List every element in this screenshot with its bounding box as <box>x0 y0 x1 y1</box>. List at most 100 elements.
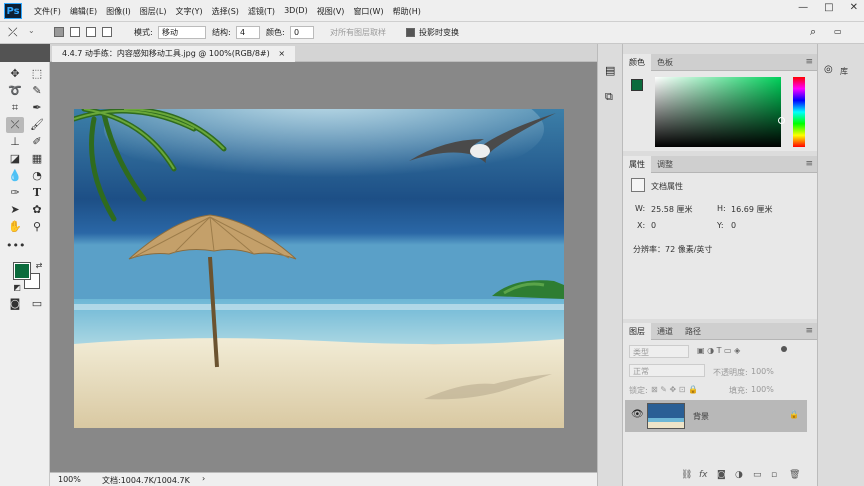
close-tab-icon[interactable]: × <box>278 49 285 58</box>
screen-mode-icon[interactable]: ▭ <box>28 296 46 312</box>
content-aware-move-tool-icon[interactable]: ⤫ <box>8 25 18 40</box>
lock-icons[interactable]: ⊠ ✎ ✥ ⊡ 🔒 <box>651 385 698 394</box>
panel-menu-icon[interactable]: ≡ <box>805 159 813 169</box>
menu-type[interactable]: 文字(Y) <box>175 6 202 17</box>
path-select-icon[interactable]: ➤ <box>6 202 24 218</box>
tab-layers[interactable]: 图层 <box>623 323 651 340</box>
more-tools-icon[interactable]: ••• <box>6 238 25 254</box>
height-value[interactable]: 16.69 厘米 <box>731 204 772 215</box>
close-button[interactable]: ✕ <box>850 2 858 13</box>
history-brush-icon[interactable]: ✐ <box>28 134 46 150</box>
dodge-tool-icon[interactable]: ◔ <box>28 168 46 184</box>
layer-row[interactable]: 👁 背景 🔒 <box>625 400 807 432</box>
minimize-button[interactable]: — <box>798 2 808 13</box>
fx-icon[interactable]: fx <box>699 470 708 480</box>
menu-file[interactable]: 文件(F) <box>34 6 61 17</box>
blur-tool-icon[interactable]: 💧 <box>6 168 24 184</box>
y-value[interactable]: 0 <box>731 221 736 230</box>
menu-image[interactable]: 图像(I) <box>106 6 131 17</box>
fill-value[interactable]: 100% <box>751 385 774 394</box>
search-icon[interactable]: ⌕ <box>810 25 816 39</box>
pen-tool-icon[interactable]: ✑ <box>6 185 24 201</box>
eraser-tool-icon[interactable]: ◪ <box>6 151 24 167</box>
add-selection-icon[interactable] <box>70 27 80 37</box>
canvas-area[interactable] <box>50 62 597 472</box>
zoom-tool-icon[interactable]: ⚲ <box>28 219 46 235</box>
x-value[interactable]: 0 <box>651 221 656 230</box>
beach-photo[interactable] <box>74 109 564 428</box>
quick-mask-icon[interactable]: ◙ <box>6 296 24 312</box>
libraries-strip: ◎ 库 <box>817 44 864 486</box>
menu-layer[interactable]: 图层(L) <box>140 6 167 17</box>
color-fg-chip[interactable] <box>631 79 643 91</box>
new-layer-icon[interactable]: ▫ <box>771 470 777 480</box>
hand-tool-icon[interactable]: ✋ <box>6 219 24 235</box>
type-tool-icon[interactable]: T <box>28 185 46 201</box>
filter-toggle-icon[interactable] <box>781 346 787 352</box>
panel-menu-icon[interactable]: ≡ <box>805 326 813 336</box>
menu-select[interactable]: 选择(S) <box>212 6 239 17</box>
color-select[interactable]: 0 <box>290 26 314 39</box>
move-tool-icon[interactable]: ✥ <box>6 66 24 82</box>
marquee-tool-icon[interactable]: ⬚ <box>28 66 46 82</box>
structure-select[interactable]: 4 <box>236 26 260 39</box>
menu-filter[interactable]: 滤镜(T) <box>248 6 275 17</box>
crop-tool-icon[interactable]: ⌗ <box>6 100 24 116</box>
menu-3d[interactable]: 3D(D) <box>284 6 308 17</box>
color-picker-cursor[interactable] <box>778 117 785 124</box>
menu-edit[interactable]: 编辑(E) <box>70 6 97 17</box>
mode-select[interactable]: 移动 <box>158 26 206 39</box>
adjustment-layer-icon[interactable]: ◑ <box>735 470 743 480</box>
link-layers-icon[interactable]: ⛓ <box>681 470 692 480</box>
filter-icons[interactable]: ▣ ◑ T ▭ ◈ <box>697 346 740 355</box>
lasso-tool-icon[interactable]: ➰ <box>6 83 24 99</box>
tab-swatches[interactable]: 色板 <box>651 54 679 71</box>
layer-name[interactable]: 背景 <box>693 411 709 422</box>
chevron-down-icon[interactable]: ⌄ <box>28 26 35 35</box>
transform-checkbox-icon[interactable] <box>406 28 415 37</box>
opacity-value[interactable]: 100% <box>751 367 774 376</box>
subtract-selection-icon[interactable] <box>86 27 96 37</box>
tab-channels[interactable]: 通道 <box>651 323 679 340</box>
intersect-selection-icon[interactable] <box>102 27 112 37</box>
sample-all-layers-checkbox[interactable]: 对所有图层取样 <box>330 27 386 38</box>
hue-slider[interactable] <box>793 77 805 147</box>
maximize-button[interactable]: □ <box>824 2 833 13</box>
tab-paths[interactable]: 路径 <box>679 323 707 340</box>
status-arrow-icon[interactable]: › <box>202 474 205 483</box>
properties-icon[interactable]: ⧉ <box>605 90 613 104</box>
color-field[interactable] <box>655 77 781 147</box>
quick-select-tool-icon[interactable]: ✎ <box>28 83 46 99</box>
zoom-level[interactable]: 100% <box>58 475 81 484</box>
workspace-icon[interactable]: ▭ <box>834 27 842 36</box>
eyedropper-tool-icon[interactable]: ✒ <box>28 100 46 116</box>
layer-filter-select[interactable]: 类型 <box>629 345 689 358</box>
panel-menu-icon[interactable]: ≡ <box>805 57 813 67</box>
tab-adjustments[interactable]: 调整 <box>651 156 679 173</box>
content-aware-move-icon[interactable]: ⤫ <box>6 117 24 133</box>
brush-tool-icon[interactable]: 🖌 <box>28 117 46 133</box>
cc-libraries-icon[interactable]: ◎ <box>824 64 833 75</box>
blend-mode-select[interactable]: 正常 <box>629 364 705 377</box>
delete-layer-icon[interactable]: 🗑 <box>789 470 800 480</box>
width-value[interactable]: 25.58 厘米 <box>651 204 692 215</box>
tab-color[interactable]: 颜色 <box>623 54 651 71</box>
gradient-tool-icon[interactable]: ▦ <box>28 151 46 167</box>
menu-help[interactable]: 帮助(H) <box>393 6 421 17</box>
transform-on-drop-label[interactable]: 投影时变换 <box>419 27 459 38</box>
new-selection-icon[interactable] <box>54 27 64 37</box>
stamp-tool-icon[interactable]: ⊥ <box>6 134 24 150</box>
document-tab[interactable]: 4.4.7 动手练：内容感知移动工具.jpg @ 100%(RGB/8#) × <box>52 46 296 62</box>
foreground-color-swatch[interactable] <box>13 262 31 280</box>
menu-window[interactable]: 窗口(W) <box>353 6 383 17</box>
history-icon[interactable]: ▤ <box>605 64 615 77</box>
default-colors-icon[interactable]: ◩ <box>8 280 26 296</box>
swap-colors-icon[interactable]: ⇄ <box>30 258 48 274</box>
libraries-label[interactable]: 库 <box>840 66 848 77</box>
eye-icon[interactable]: 👁 <box>631 409 644 420</box>
new-group-icon[interactable]: ▭ <box>753 470 762 480</box>
menu-view[interactable]: 视图(V) <box>317 6 345 17</box>
tab-properties[interactable]: 属性 <box>623 156 651 173</box>
shape-tool-icon[interactable]: ✿ <box>28 202 46 218</box>
add-mask-icon[interactable]: ◙ <box>717 470 726 480</box>
